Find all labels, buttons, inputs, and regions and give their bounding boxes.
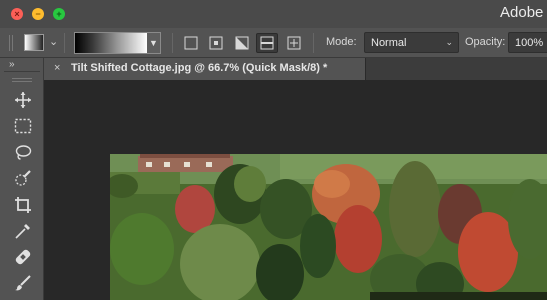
gradient-swatch[interactable] [74, 32, 148, 54]
collapse-panel-icon[interactable]: » [9, 59, 14, 70]
opacity-field[interactable]: 100% [508, 32, 547, 53]
divider [313, 33, 314, 53]
gradient-picker-chevron-icon[interactable]: ▼ [147, 32, 161, 54]
canvas-area[interactable] [44, 80, 547, 300]
reflected-gradient-icon[interactable] [256, 33, 278, 53]
divider [4, 71, 40, 72]
panel-grip[interactable] [12, 78, 32, 82]
title-bar: × − + Adobe P [0, 0, 547, 28]
opacity-label: Opacity: [465, 36, 506, 48]
tool-preset-picker[interactable] [24, 34, 44, 51]
healing-brush-icon[interactable] [10, 245, 36, 269]
mode-label: Mode: [326, 36, 357, 48]
linear-gradient-icon[interactable] [180, 33, 202, 53]
minimize-icon[interactable]: − [32, 8, 44, 20]
document-tab-title: Tilt Shifted Cottage.jpg @ 66.7% (Quick … [71, 62, 328, 74]
diamond-gradient-icon[interactable] [283, 33, 305, 53]
quick-selection-icon[interactable] [10, 167, 36, 191]
divider [172, 33, 173, 53]
document-tab[interactable]: × Tilt Shifted Cottage.jpg @ 66.7% (Quic… [44, 58, 366, 80]
options-bar: ⌄ ▼ Mode: Normal ⌄ Opacity: 100% [0, 28, 547, 58]
crop-icon[interactable] [10, 193, 36, 217]
options-bar-grip[interactable] [9, 35, 13, 51]
mode-select[interactable]: Normal ⌄ [364, 32, 459, 53]
app-title: Adobe P [500, 4, 547, 21]
lasso-icon[interactable] [10, 141, 36, 165]
radial-gradient-icon[interactable] [205, 33, 227, 53]
tools-panel: » [0, 58, 44, 300]
move-icon[interactable] [10, 88, 36, 112]
document-tab-bar: × Tilt Shifted Cottage.jpg @ 66.7% (Quic… [44, 58, 547, 80]
divider [64, 33, 65, 53]
eyedropper-icon[interactable] [10, 219, 36, 243]
chevron-down-icon: ⌄ [445, 37, 453, 47]
close-icon[interactable]: × [11, 8, 23, 20]
mode-value: Normal [371, 37, 407, 49]
chevron-down-icon[interactable]: ⌄ [49, 35, 58, 48]
close-tab-icon[interactable]: × [54, 62, 60, 74]
opacity-value: 100% [515, 37, 544, 49]
marquee-icon[interactable] [10, 114, 36, 138]
maximize-icon[interactable]: + [53, 8, 65, 20]
document-image[interactable] [110, 154, 547, 300]
brush-icon[interactable] [10, 271, 36, 295]
angle-gradient-icon[interactable] [231, 33, 253, 53]
